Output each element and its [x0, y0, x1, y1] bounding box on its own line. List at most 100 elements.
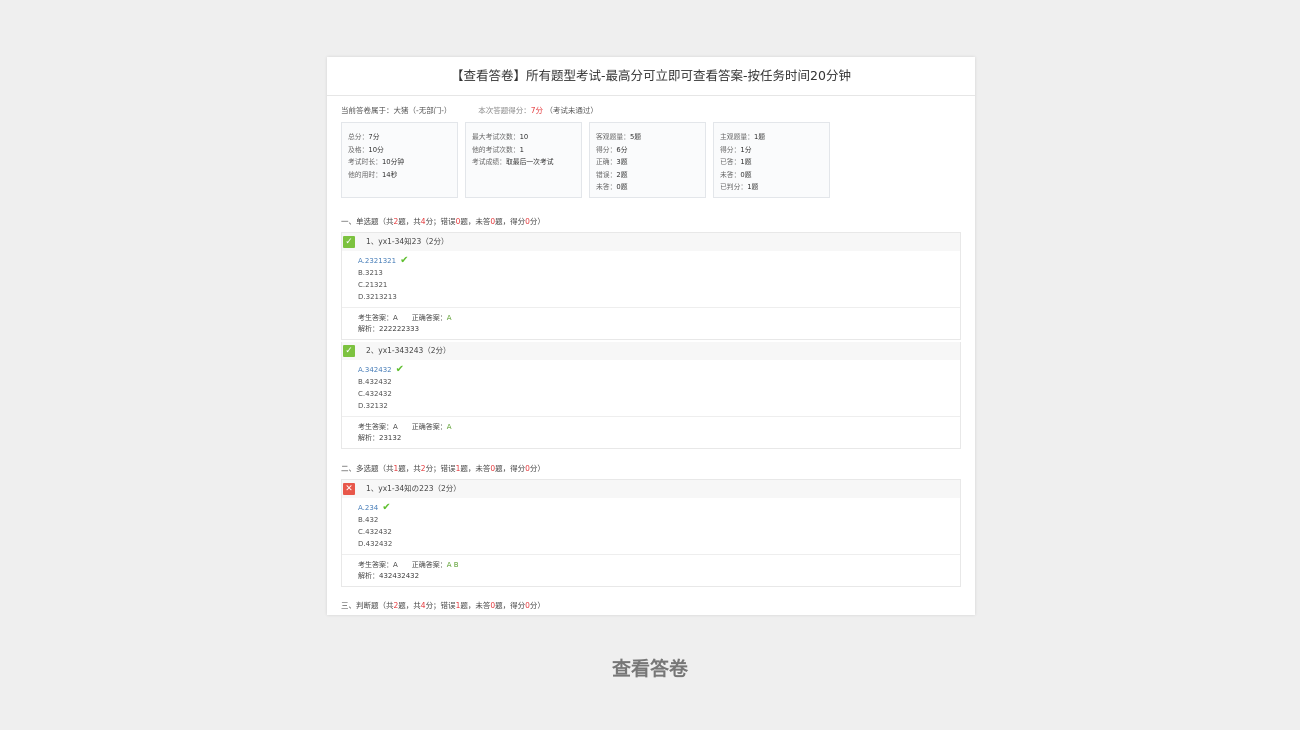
stat-box-total: 总分：7分 及格：10分 考试时长：10分钟 他的用时：14秒: [341, 122, 458, 198]
option-item: B.432432: [358, 378, 392, 386]
question-card: ✓ 2、yx1-343243（2分） A.342432 ✔ B.432432 C.…: [341, 342, 961, 449]
stat-box-subjective: 主观题量：1题 得分：1分 已答：1题 未答：0题 已判分：1题: [713, 122, 830, 198]
section-name: 二、多选题: [341, 464, 379, 473]
answer-sheet: 【查看答卷】所有题型考试-最高分可立即可查看答案-按任务时间20分钟 当前答卷属…: [327, 57, 975, 615]
stat-value: 6分: [616, 145, 628, 154]
check-icon: ✔: [400, 255, 409, 266]
stat-label: 未答：: [720, 170, 741, 179]
stat-label: 考试成绩：: [472, 158, 506, 166]
stat-value: 1题: [753, 133, 766, 141]
question-card: ✕ 1、yx1-34知の223（2分） A.234 ✔ B.432 C.43243…: [341, 479, 961, 587]
check-icon: ✓: [343, 236, 355, 248]
stat-label: 主观题量：: [720, 133, 754, 141]
stat-value: 取最后一次考试: [505, 158, 554, 166]
section-text: 题，未答: [460, 217, 491, 226]
question-card: ✓ 1、yx1-34知23（2分） A.2321321 ✔ B.3213 C.21…: [341, 232, 961, 340]
check-icon: ✓: [343, 345, 355, 357]
check-icon: ✔: [382, 502, 391, 513]
section-text: 分；错误: [425, 601, 456, 610]
student-answer: A: [393, 314, 398, 322]
stat-label: 最大考试次数：: [472, 133, 520, 141]
stat-label: 及格：: [348, 145, 369, 154]
answer-block: 考生答案：A 正确答案：A B 解析：432432432: [342, 555, 960, 586]
section-text: 分；错误: [425, 464, 456, 473]
stat-value: 7分: [368, 133, 380, 141]
correct-answer-label: 正确答案：: [411, 314, 447, 322]
page-caption: 查看答卷: [611, 658, 688, 680]
check-icon: ✔: [395, 364, 405, 375]
stat-box-attempts: 最大考试次数：10 他的考试次数：1 考试成绩：取最后一次考试: [465, 122, 582, 198]
section-text: 分）: [529, 464, 545, 473]
option-item: A.2321321 ✔: [342, 255, 960, 267]
stat-label: 得分：: [596, 145, 617, 154]
option-label: A.342432: [358, 366, 392, 374]
section-text: 分）: [529, 601, 545, 610]
stat-value: 14秒: [381, 170, 398, 179]
stat-value: 1: [519, 145, 524, 154]
section-text: （共: [378, 601, 394, 610]
score-label: 本次答题得分：: [478, 106, 531, 115]
stat-value: 10分: [368, 145, 384, 154]
question-title: 2、yx1-343243（2分）: [366, 346, 451, 355]
question-title: 1、yx1-34知23（2分）: [366, 237, 449, 246]
analysis-label: 解析：: [358, 325, 379, 333]
option-list: A.342432 ✔ B.432432 C.432432 D.32132: [342, 360, 960, 417]
stat-label: 未答：: [596, 183, 617, 191]
correct-answer: A: [446, 314, 452, 322]
answer-block: 考生答案：A 正确答案：A 解析：23132: [342, 417, 960, 448]
section-text: 题，共: [398, 217, 421, 226]
stat-label: 总分：: [348, 133, 369, 141]
correct-answer-label: 正确答案：: [411, 423, 447, 431]
stat-value: 10: [519, 133, 529, 141]
section-text: （共: [378, 464, 394, 473]
analysis-text: 23132: [379, 434, 402, 442]
correct-answer: A B: [446, 561, 459, 569]
section-text: 题，得分: [495, 464, 526, 473]
summary-line: 当前答卷属于：大猪（-无部门-） 本次答题得分：7分 （考试未通过）: [341, 105, 598, 116]
x-icon: ✕: [343, 483, 355, 495]
option-list: A.234 ✔ B.432 C.432432 D.432432: [342, 498, 960, 555]
section-text: 题，未答: [460, 464, 491, 473]
student-answer-label: 考生答案：: [358, 561, 393, 569]
answer-block: 考生答案：A 正确答案：A 解析：222222333: [342, 308, 960, 339]
result-text: （考试未通过）: [545, 106, 598, 115]
section-text: 题，未答: [460, 601, 491, 610]
student-answer: A: [393, 561, 398, 569]
owner-label: 当前答卷属于：: [341, 106, 394, 115]
section-text: 题，共: [398, 464, 421, 473]
option-item: D.3213213: [358, 293, 397, 301]
option-item: C.432432: [358, 528, 392, 536]
score-value: 7分: [530, 106, 543, 115]
section-name: 一、单选题: [341, 217, 379, 226]
section-text: 题，共: [398, 601, 421, 610]
section-title-true-false: 三、判断题（共2题，共4分；错误1题，未答0题，得分0分）: [341, 600, 545, 611]
stat-value: 1题: [747, 183, 759, 191]
analysis-label: 解析：: [358, 572, 379, 580]
option-item: B.432: [358, 516, 379, 524]
stat-value: 0题: [616, 183, 628, 191]
stat-value: 2题: [616, 170, 628, 179]
stat-label: 已判分：: [720, 183, 748, 191]
stat-value: 1题: [740, 158, 752, 166]
stat-label: 他的用时：: [348, 170, 382, 179]
student-answer: A: [393, 423, 398, 431]
section-name: 三、判断题: [341, 601, 379, 610]
section-text: （共: [378, 217, 394, 226]
stat-label: 他的考试次数：: [472, 145, 520, 154]
section-text: 分）: [529, 217, 545, 226]
stat-value: 5题: [629, 133, 642, 141]
option-item: B.3213: [358, 269, 383, 277]
stat-box-objective: 客观题量：5题 得分：6分 正确：3题 错误：2题 未答：0题: [589, 122, 706, 198]
student-answer-label: 考生答案：: [358, 423, 393, 431]
correct-answer: A: [446, 423, 452, 431]
option-item: A.234 ✔: [342, 502, 960, 514]
option-label: A.2321321: [358, 257, 397, 265]
stat-label: 考试时长：: [348, 158, 382, 166]
section-title-single-choice: 一、单选题（共2题，共4分；错误0题，未答0题，得分0分）: [341, 216, 545, 227]
question-header: ✓ 2、yx1-343243（2分）: [342, 342, 960, 360]
section-title-multiple-choice: 二、多选题（共1题，共2分；错误1题，未答0题，得分0分）: [341, 463, 545, 474]
section-text: 分；错误: [425, 217, 456, 226]
stat-label: 已答：: [720, 158, 741, 166]
question-title: 1、yx1-34知の223（2分）: [366, 484, 461, 493]
section-text: 题，得分: [495, 217, 526, 226]
